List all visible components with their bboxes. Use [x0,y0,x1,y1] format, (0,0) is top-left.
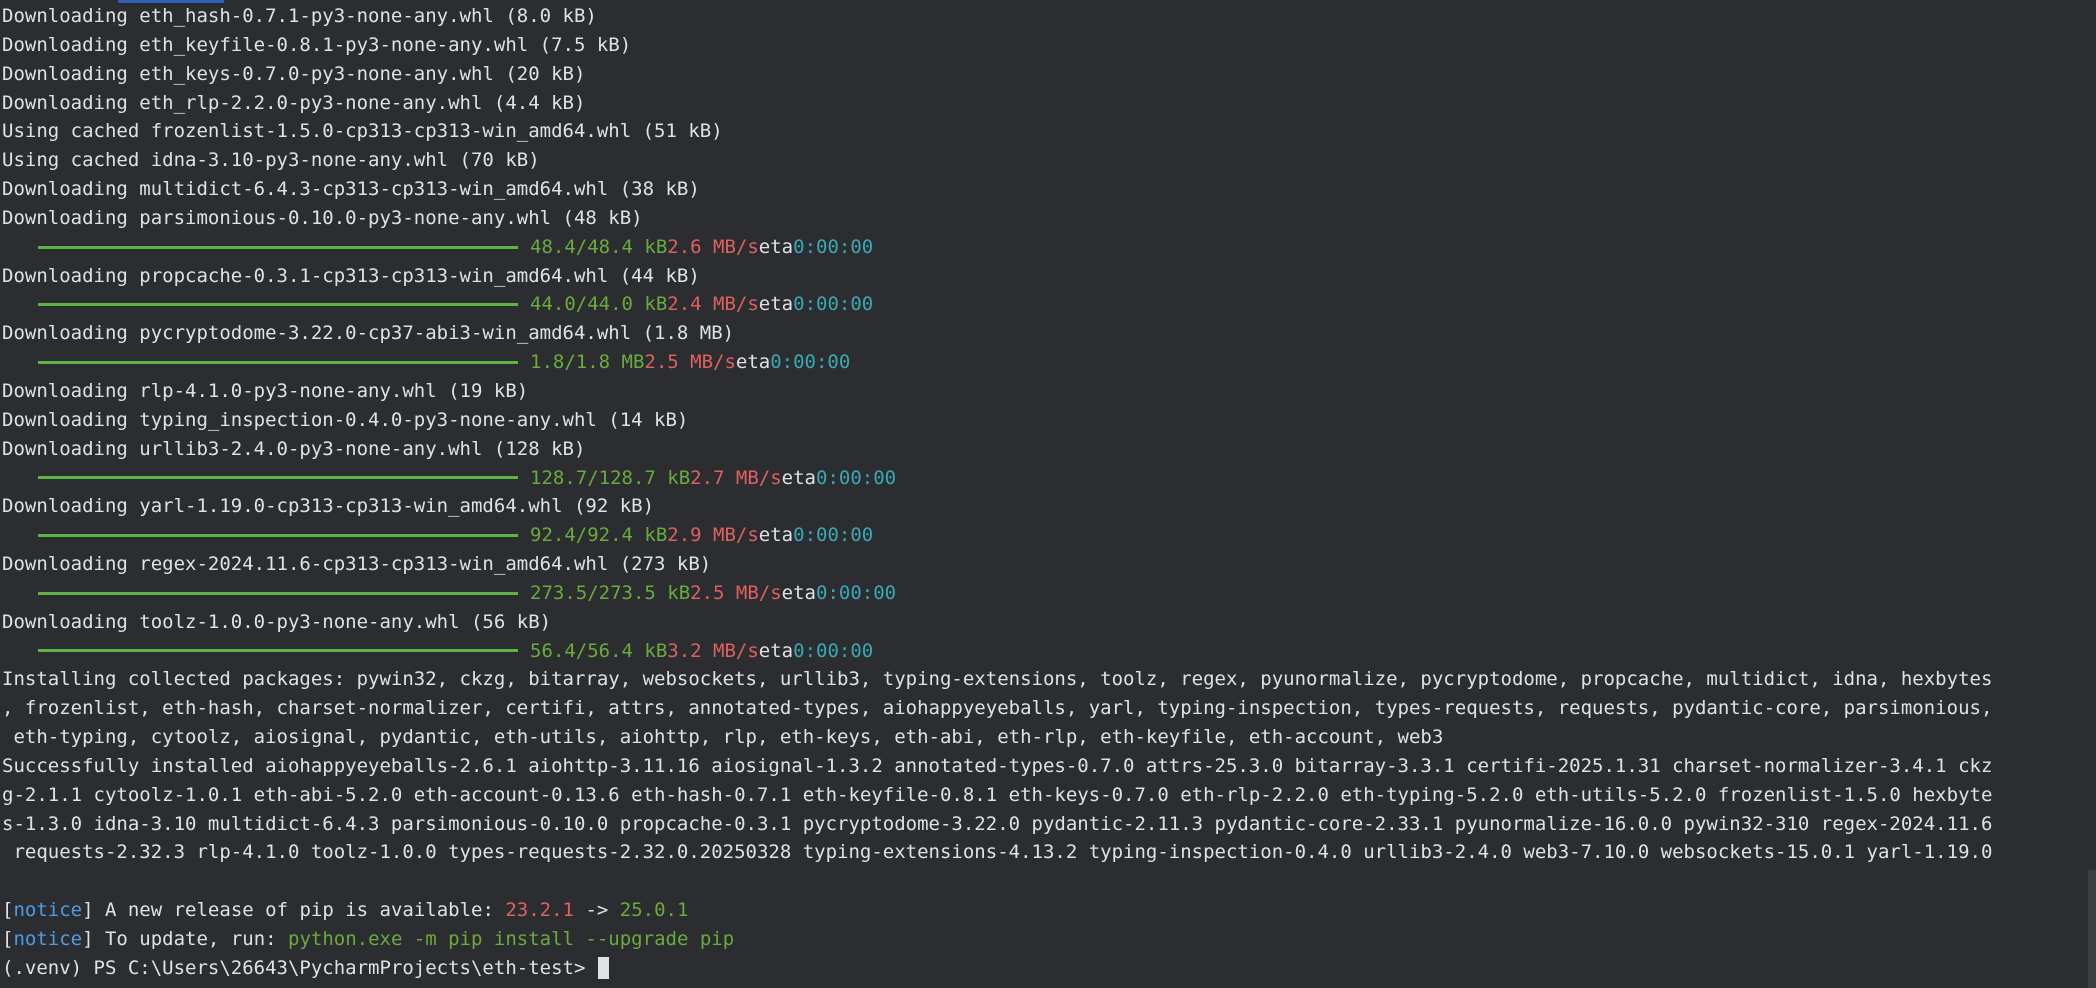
installing-line: Installing collected packages: pywin32, … [2,668,1993,691]
output-line: Downloading rlp-4.1.0-py3-none-any.whl (… [2,379,529,402]
output-line: Using cached frozenlist-1.5.0-cp313-cp31… [2,120,723,143]
progress-eta: 0:00:00 [793,293,874,316]
output-line: Downloading eth_rlp-2.2.0-py3-none-any.w… [2,91,586,114]
progress-eta: 0:00:00 [793,524,874,547]
notice-text: To update, run: [93,928,289,950]
progress-bar [38,361,518,365]
terminal-output: Downloading eth_hash-0.7.1-py3-none-any.… [2,2,2088,983]
output-line: Downloading multidict-6.4.3-cp313-cp313-… [2,178,700,201]
progress-eta-label: eta [735,351,771,374]
progress-eta: 0:00:00 [793,639,874,662]
progress-speed: 2.9 MB/s [667,524,759,547]
progress-line: 48.4/48.4 kB 2.6 MB/s eta 0:00:00 [2,233,2088,262]
progress-eta: 0:00:00 [816,581,897,604]
progress-bar [38,476,518,480]
progress-line: 56.4/56.4 kB 3.2 MB/s eta 0:00:00 [2,637,2088,666]
notice-text: A new release of pip is available: [93,899,506,922]
output-line: Downloading eth_keys-0.7.0-py3-none-any.… [2,62,586,85]
progress-bar [38,534,518,538]
progress-size: 48.4/48.4 kB [530,235,668,258]
progress-line: 44.0/44.0 kB 2.4 MB/s eta 0:00:00 [2,290,2088,319]
notice-tag: notice [13,899,83,922]
shell-prompt: (.venv) PS C:\Users\26643\PycharmProject… [2,956,597,979]
progress-bar [38,591,518,595]
version-arrow: -> [574,899,620,922]
progress-speed: 2.5 MB/s [644,351,736,374]
output-line: Downloading pycryptodome-3.22.0-cp37-abi… [2,322,735,345]
progress-line: 92.4/92.4 kB 2.9 MB/s eta 0:00:00 [2,521,2088,550]
progress-speed: 2.4 MB/s [667,293,759,316]
progress-line: 273.5/273.5 kB 2.5 MB/s eta 0:00:00 [2,579,2088,608]
progress-eta: 0:00:00 [770,351,851,374]
text-cursor [597,957,609,980]
output-line: Downloading parsimonious-0.10.0-py3-none… [2,206,643,229]
output-line: Downloading eth_keyfile-0.8.1-py3-none-a… [2,33,632,56]
progress-eta: 0:00:00 [816,466,897,489]
progress-bar [38,649,518,653]
output-line: Downloading eth_hash-0.7.1-py3-none-any.… [2,5,597,27]
progress-speed: 2.6 MB/s [667,235,759,258]
progress-speed: 2.7 MB/s [690,466,782,489]
installing-line: eth-typing, cytoolz, aiosignal, pydantic… [2,726,1444,749]
output-line: Downloading urllib3-2.4.0-py3-none-any.w… [2,437,586,460]
upgrade-command[interactable]: python.exe -m pip install --upgrade pip [288,928,734,950]
progress-eta-label: eta [758,524,794,547]
progress-eta-label: eta [758,235,794,258]
output-line: Using cached idna-3.10-py3-none-any.whl … [2,149,540,172]
progress-size: 44.0/44.0 kB [530,293,668,316]
success-line: requests-2.32.3 rlp-4.1.0 toolz-1.0.0 ty… [2,841,1993,864]
notice-tag: notice [13,928,83,950]
terminal-window[interactable]: Downloading eth_hash-0.7.1-py3-none-any.… [0,0,2096,988]
progress-size: 1.8/1.8 MB [530,351,645,374]
progress-bar [38,303,518,307]
notice-line: [notice] A new release of pip is availab… [2,899,689,922]
progress-speed: 3.2 MB/s [667,639,759,662]
progress-eta-label: eta [781,466,816,489]
progress-line: 1.8/1.8 MB 2.5 MB/s eta 0:00:00 [2,348,2088,377]
pip-new-version: 25.0.1 [619,899,689,922]
progress-eta-label: eta [758,639,794,662]
progress-eta-label: eta [758,293,794,316]
output-line: Downloading typing_inspection-0.4.0-py3-… [2,408,689,431]
success-line: s-1.3.0 idna-3.10 multidict-6.4.3 parsim… [2,812,1993,835]
pip-old-version: 23.2.1 [505,899,574,922]
progress-eta: 0:00:00 [793,235,874,258]
prompt-line[interactable]: (.venv) PS C:\Users\26643\PycharmProject… [2,954,2088,983]
output-line: Downloading propcache-0.3.1-cp313-cp313-… [2,264,700,287]
progress-size: 273.5/273.5 kB [530,581,691,604]
output-line: Downloading yarl-1.19.0-cp313-cp313-win_… [2,495,655,518]
progress-speed: 2.5 MB/s [690,581,782,604]
progress-eta-label: eta [781,581,816,604]
installing-line: , frozenlist, eth-hash, charset-normaliz… [2,697,1993,720]
progress-size: 92.4/92.4 kB [530,524,668,547]
progress-size: 56.4/56.4 kB [530,639,668,662]
success-line: g-2.1.1 cytoolz-1.0.1 eth-abi-5.2.0 eth-… [2,783,1993,806]
output-line: Downloading regex-2024.11.6-cp313-cp313-… [2,553,712,576]
output-line: Downloading toolz-1.0.0-py3-none-any.whl… [2,610,552,633]
notice-line: [notice] To update, run: python.exe -m p… [2,928,735,950]
progress-size: 128.7/128.7 kB [530,466,691,489]
progress-line: 128.7/128.7 kB 2.7 MB/s eta 0:00:00 [2,464,2088,493]
success-line: Successfully installed aiohappyeyeballs-… [2,754,1993,777]
vertical-scrollbar[interactable] [2088,870,2096,988]
progress-bar [38,245,518,249]
